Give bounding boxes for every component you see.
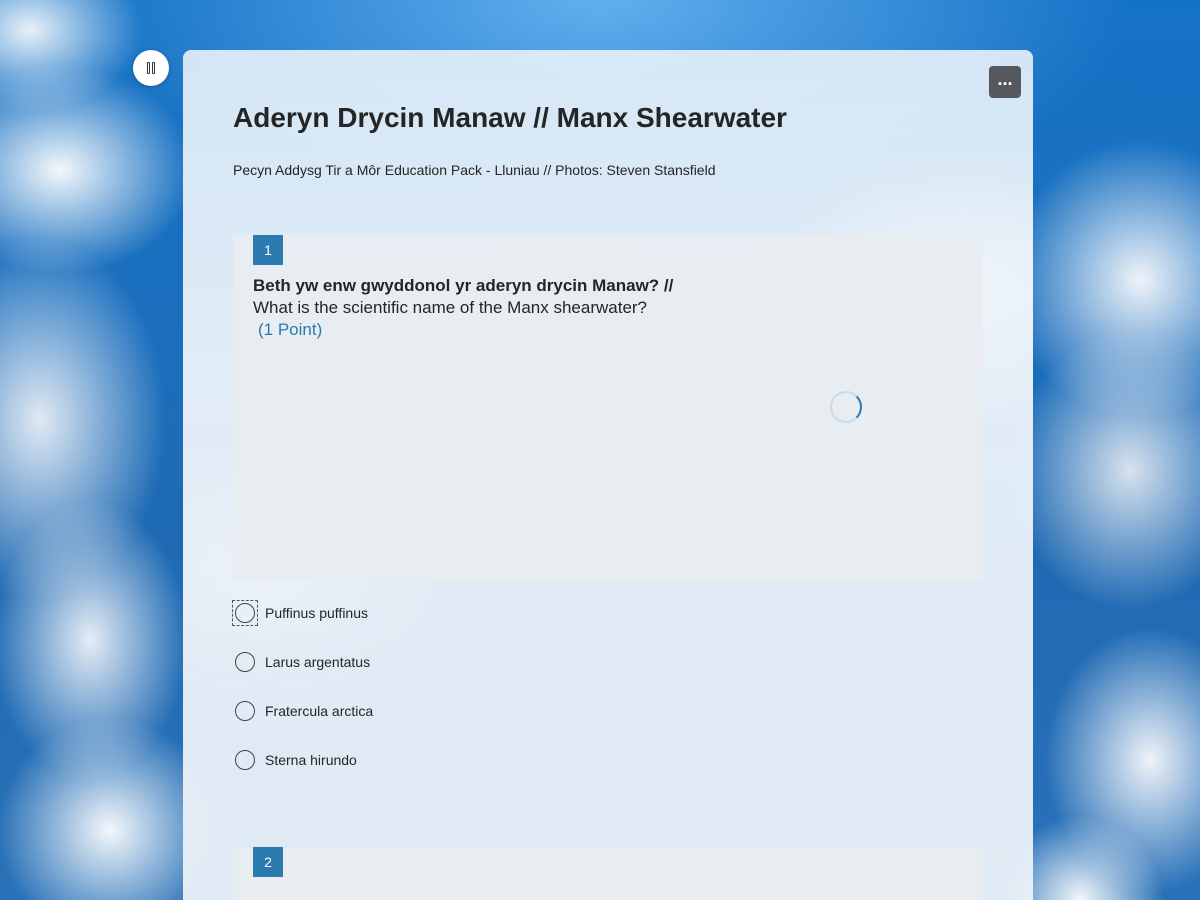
option-label: Puffinus puffinus <box>265 605 369 621</box>
option-larus-argentatus[interactable]: Larus argentatus <box>233 650 370 674</box>
form-subtitle: Pecyn Addysg Tir a Môr Education Pack - … <box>233 162 716 178</box>
form-title: Aderyn Drycin Manaw // Manx Shearwater <box>233 102 787 133</box>
radio-button[interactable] <box>235 701 255 721</box>
radio-wrap <box>233 699 257 723</box>
radio-button[interactable] <box>235 750 255 770</box>
radio-wrap <box>233 650 257 674</box>
pause-icon <box>147 62 150 74</box>
option-label: Fratercula arctica <box>265 703 374 719</box>
question-number-badge: 2 <box>253 847 283 877</box>
radio-focus-ring <box>232 600 258 626</box>
more-icon: ... <box>997 69 1013 89</box>
question-1-panel: 1 Beth yw enw gwyddonol yr aderyn drycin… <box>233 235 983 581</box>
question-text: Beth yw enw gwyddonol yr aderyn drycin M… <box>253 275 673 341</box>
radio-button[interactable] <box>235 603 255 623</box>
pause-icon-bar <box>152 62 155 74</box>
option-sterna-hirundo[interactable]: Sterna hirundo <box>233 748 357 772</box>
option-puffinus-puffinus[interactable]: Puffinus puffinus <box>232 600 369 626</box>
radio-button[interactable] <box>235 652 255 672</box>
question-points: (1 Point) <box>258 320 323 339</box>
question-number-badge: 1 <box>253 235 283 265</box>
radio-wrap <box>233 748 257 772</box>
question-2-panel: 2 <box>233 847 983 900</box>
option-label: Sterna hirundo <box>265 752 357 768</box>
question-text-welsh: Beth yw enw gwyddonol yr aderyn drycin M… <box>253 276 674 295</box>
option-fratercula-arctica[interactable]: Fratercula arctica <box>233 699 373 723</box>
more-options-button[interactable]: ... <box>989 66 1021 98</box>
pause-button[interactable] <box>133 50 169 86</box>
option-label: Larus argentatus <box>265 654 371 670</box>
loading-spinner-icon <box>830 391 862 423</box>
question-text-english: What is the scientific name of the Manx … <box>253 298 648 317</box>
form-card: ... Aderyn Drycin Manaw // Manx Shearwat… <box>183 50 1033 900</box>
